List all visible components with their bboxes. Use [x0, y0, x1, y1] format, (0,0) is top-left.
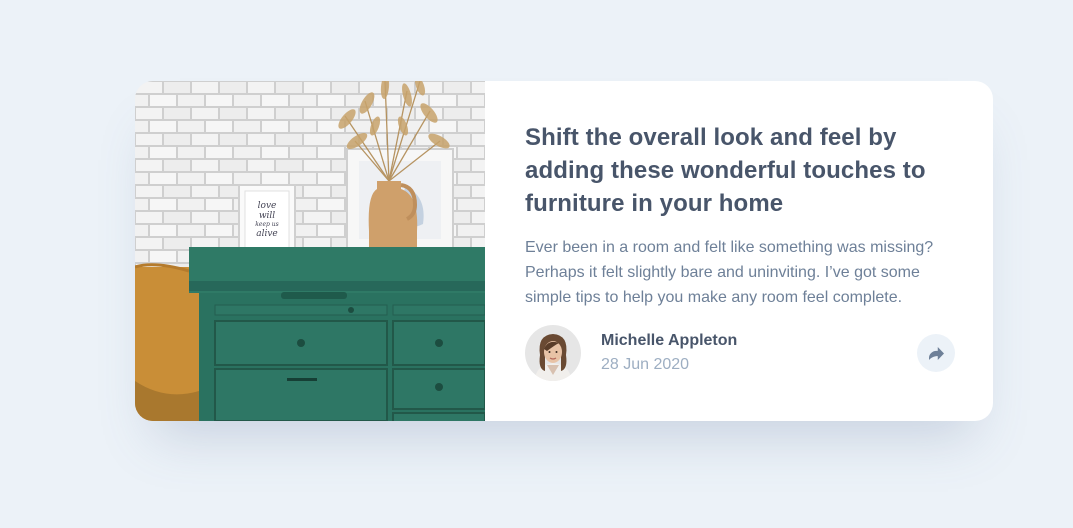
- svg-text:will: will: [259, 211, 275, 221]
- author-avatar: [525, 325, 581, 381]
- article-image: love will keep us alive: [135, 81, 485, 421]
- author-info: Michelle Appleton 28 Jun 2020: [601, 330, 737, 377]
- svg-text:keep us: keep us: [255, 221, 278, 228]
- svg-text:love: love: [258, 201, 277, 211]
- svg-text:alive: alive: [256, 229, 278, 239]
- author-block: Michelle Appleton 28 Jun 2020: [525, 325, 737, 381]
- drawers-photo: love will keep us alive: [135, 81, 485, 421]
- author-name: Michelle Appleton: [601, 331, 738, 349]
- article-headline[interactable]: Shift the overall look and feel by addin…: [525, 121, 945, 220]
- share-button[interactable]: [917, 334, 955, 372]
- share-icon: [928, 346, 944, 360]
- article-content: Shift the overall look and feel by addin…: [485, 81, 993, 421]
- article-preview-card: love will keep us alive Shift the overal…: [135, 81, 993, 421]
- publish-date: 28 Jun 2020: [601, 355, 690, 373]
- article-excerpt: Ever been in a room and felt like someth…: [525, 239, 934, 306]
